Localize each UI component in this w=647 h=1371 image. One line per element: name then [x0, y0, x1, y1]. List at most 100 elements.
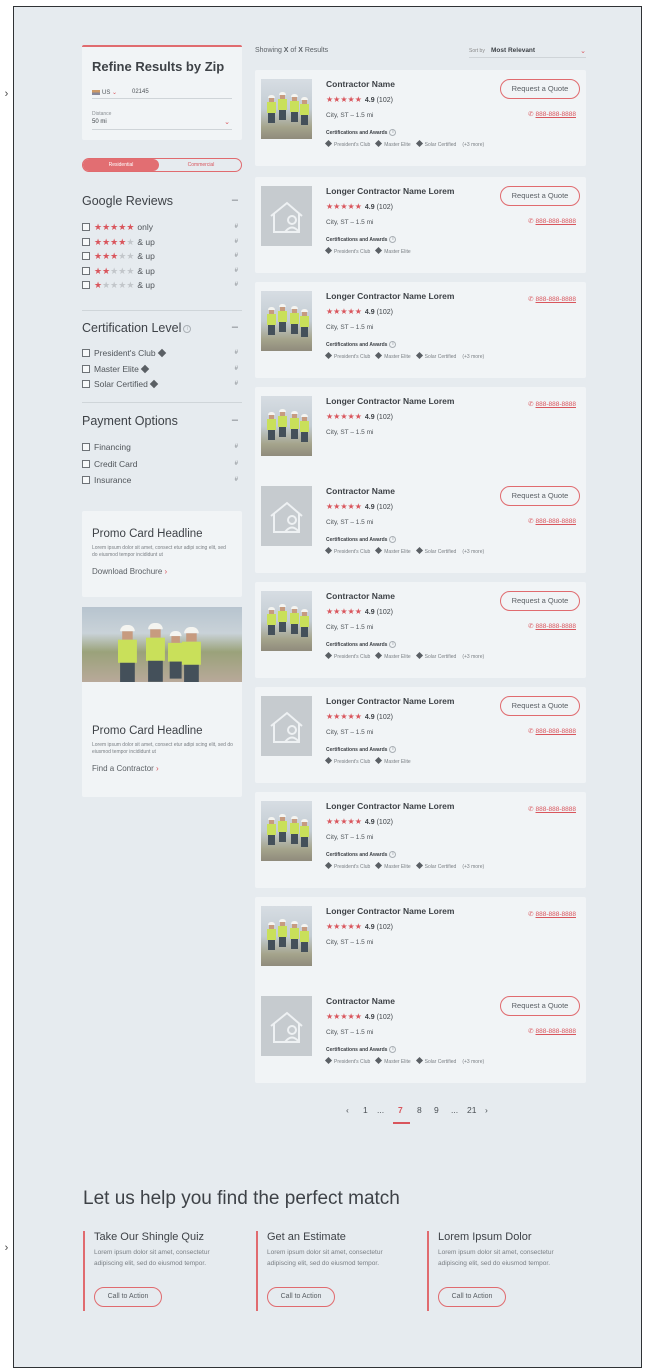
request-quote-button[interactable]: Request a Quote	[500, 186, 580, 206]
more-certifications-link[interactable]: (+3 more)	[462, 549, 484, 555]
contractor-name[interactable]: Longer Contractor Name Lorem	[326, 396, 454, 406]
contractor-card[interactable]: Contractor Name ★★★★★ 4.9 (102) City, ST – 1…	[255, 582, 586, 678]
contractor-name[interactable]: Longer Contractor Name Lorem	[326, 906, 454, 916]
distance-select[interactable]: 50 mi ⌄	[92, 118, 232, 130]
checkbox[interactable]	[82, 380, 90, 388]
request-quote-button[interactable]: Request a Quote	[500, 696, 580, 716]
contractor-card[interactable]: Longer Contractor Name Lorem ★★★★★ 4.9 (102…	[255, 282, 586, 378]
payment-filter-row[interactable]: Credit Card #	[82, 459, 242, 470]
checkbox[interactable]	[82, 223, 90, 231]
info-icon[interactable]: i	[389, 129, 397, 136]
certification-filter-row[interactable]: Master Elite #	[82, 364, 242, 375]
info-icon[interactable]: i	[389, 1046, 397, 1053]
contractor-name[interactable]: Longer Contractor Name Lorem	[326, 291, 454, 301]
collapse-icon[interactable]: –	[232, 414, 238, 426]
certification-filter-row[interactable]: President's Club #	[82, 348, 242, 359]
more-certifications-link[interactable]: (+3 more)	[462, 1059, 484, 1065]
certification-filter-row[interactable]: Solar Certified #	[82, 379, 242, 390]
prev-page-button[interactable]: ‹	[346, 1105, 349, 1115]
contractor-name[interactable]: Contractor Name	[326, 996, 395, 1006]
contractor-name[interactable]: Contractor Name	[326, 79, 395, 89]
info-icon[interactable]: i	[389, 341, 397, 348]
find-contractor-link[interactable]: Find a Contractor ›	[92, 764, 237, 773]
info-icon[interactable]: i	[389, 641, 397, 648]
zip-input-row[interactable]: US ⌄ 02145	[92, 87, 232, 99]
request-quote-button[interactable]: Request a Quote	[500, 486, 580, 506]
info-icon[interactable]: i	[389, 536, 397, 543]
request-quote-button[interactable]: Request a Quote	[500, 591, 580, 611]
contractor-card[interactable]: Contractor Name ★★★★★ 4.9 (102) City, ST – 1…	[255, 987, 586, 1083]
contractor-name[interactable]: Contractor Name	[326, 591, 395, 601]
payment-header[interactable]: Payment Options –	[82, 414, 242, 430]
review-filter-row[interactable]: ★★★★★ & up #	[82, 280, 242, 291]
checkbox[interactable]	[82, 364, 90, 373]
contractor-card[interactable]: Longer Contractor Name Lorem ★★★★★ 4.9 (102…	[255, 177, 586, 273]
google-reviews-header[interactable]: Google Reviews –	[82, 194, 242, 210]
checkbox[interactable]	[82, 237, 90, 246]
page-link-21[interactable]: 21	[467, 1105, 476, 1115]
phone-link[interactable]: ✆ 888-888-8888	[528, 622, 576, 630]
info-icon[interactable]: i	[389, 746, 397, 753]
more-certifications-link[interactable]: (+3 more)	[462, 654, 484, 660]
call-to-action-button[interactable]: Call to Action	[94, 1287, 162, 1307]
checkbox[interactable]	[82, 459, 90, 468]
checkbox[interactable]	[82, 476, 90, 484]
call-to-action-button[interactable]: Call to Action	[267, 1287, 335, 1307]
phone-link[interactable]: ✆ 888-888-8888	[528, 295, 576, 303]
review-filter-row[interactable]: ★★★★★ & up #	[82, 251, 242, 262]
phone-link[interactable]: ✆ 888-888-8888	[528, 805, 576, 813]
info-icon[interactable]: i	[183, 324, 192, 333]
contractor-card[interactable]: Longer Contractor Name Lorem ★★★★★ 4.9 (102…	[255, 897, 586, 993]
collapse-icon[interactable]: –	[232, 321, 238, 333]
request-quote-button[interactable]: Request a Quote	[500, 79, 580, 99]
collapse-icon[interactable]: –	[232, 194, 238, 206]
contractor-name[interactable]: Contractor Name	[326, 486, 395, 496]
page-current[interactable]: 7	[398, 1105, 403, 1115]
review-count: (102)	[376, 414, 393, 421]
checkbox[interactable]	[82, 252, 90, 260]
phone-link[interactable]: ✆ 888-888-8888	[528, 1027, 576, 1035]
download-brochure-link[interactable]: Download Brochure ›	[92, 567, 232, 576]
certification-header[interactable]: Certification Level i –	[82, 321, 242, 337]
info-icon[interactable]: i	[389, 851, 397, 858]
request-quote-button[interactable]: Request a Quote	[500, 996, 580, 1016]
more-certifications-link[interactable]: (+3 more)	[462, 354, 484, 360]
checkbox[interactable]	[82, 443, 90, 451]
call-to-action-button[interactable]: Call to Action	[438, 1287, 506, 1307]
star-icon: ★	[126, 236, 135, 247]
info-icon[interactable]: i	[389, 236, 397, 243]
sort-select[interactable]: Sort by Most Relevant ⌄	[469, 46, 586, 58]
toggle-commercial[interactable]: Commercial	[161, 159, 241, 171]
country-select[interactable]: US ⌄	[92, 89, 117, 96]
contractor-card[interactable]: Longer Contractor Name Lorem ★★★★★ 4.9 (102…	[255, 792, 586, 888]
more-certifications-link[interactable]: (+3 more)	[462, 864, 484, 870]
phone-link[interactable]: ✆ 888-888-8888	[528, 727, 576, 735]
contractor-card[interactable]: Contractor Name ★★★★★ 4.9 (102) City, ST – 1…	[255, 477, 586, 573]
page-link-1[interactable]: 1	[363, 1105, 368, 1115]
contractor-card[interactable]: Contractor Name ★★★★★ 4.9 (102) City, ST – 1…	[255, 70, 586, 166]
checkbox[interactable]	[82, 266, 90, 275]
phone-link[interactable]: ✆ 888-888-8888	[528, 910, 576, 918]
page-link-8[interactable]: 8	[417, 1105, 422, 1115]
review-filter-row[interactable]: ★★★★★ only #	[82, 222, 242, 233]
phone-link[interactable]: ✆ 888-888-8888	[528, 517, 576, 525]
zip-input[interactable]: 02145	[132, 89, 149, 95]
review-filter-row[interactable]: ★★★★★ & up #	[82, 266, 242, 277]
contractor-name[interactable]: Longer Contractor Name Lorem	[326, 801, 454, 811]
toggle-residential[interactable]: Residential	[83, 159, 159, 171]
checkbox[interactable]	[82, 281, 90, 289]
contractor-name[interactable]: Longer Contractor Name Lorem	[326, 696, 454, 706]
review-filter-row[interactable]: ★★★★★ & up #	[82, 237, 242, 248]
next-page-button[interactable]: ›	[485, 1105, 488, 1115]
contractor-name[interactable]: Longer Contractor Name Lorem	[326, 186, 454, 196]
phone-link[interactable]: ✆ 888-888-8888	[528, 217, 576, 225]
payment-filter-row[interactable]: Insurance #	[82, 475, 242, 486]
contractor-card[interactable]: Longer Contractor Name Lorem ★★★★★ 4.9 (102…	[255, 687, 586, 783]
phone-link[interactable]: ✆ 888-888-8888	[528, 400, 576, 408]
phone-link[interactable]: ✆ 888-888-8888	[528, 110, 576, 118]
contractor-card[interactable]: Longer Contractor Name Lorem ★★★★★ 4.9 (102…	[255, 387, 586, 483]
payment-filter-row[interactable]: Financing #	[82, 442, 242, 453]
more-certifications-link[interactable]: (+3 more)	[462, 142, 484, 148]
checkbox[interactable]	[82, 349, 90, 357]
page-link-9[interactable]: 9	[434, 1105, 439, 1115]
